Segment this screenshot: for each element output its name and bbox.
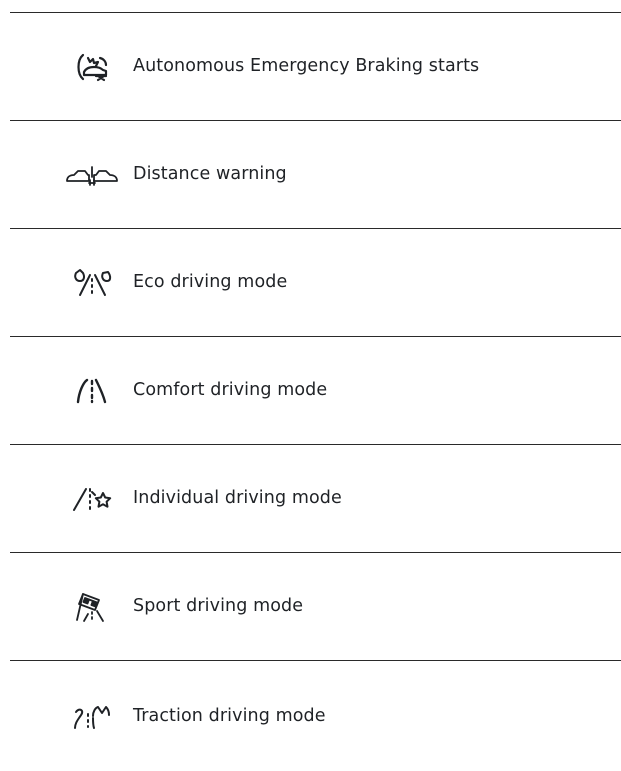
autonomous-emergency-braking-icon xyxy=(65,51,119,83)
list-item: Traction driving mode xyxy=(10,660,621,771)
item-label: Eco driving mode xyxy=(133,272,288,292)
list-item: Comfort driving mode xyxy=(10,336,621,444)
comfort-driving-mode-icon xyxy=(65,375,119,407)
item-label: Autonomous Emergency Braking starts xyxy=(133,56,480,76)
item-label: Comfort driving mode xyxy=(133,380,328,400)
item-label: Traction driving mode xyxy=(133,706,326,726)
item-label: Sport driving mode xyxy=(133,596,304,616)
list-item: Eco driving mode xyxy=(10,228,621,336)
individual-driving-mode-icon xyxy=(65,483,119,515)
list-item: Distance warning xyxy=(10,120,621,228)
item-label: Individual driving mode xyxy=(133,488,342,508)
list-item: Autonomous Emergency Braking starts xyxy=(10,12,621,120)
eco-driving-mode-icon xyxy=(65,267,119,299)
list-item: Individual driving mode xyxy=(10,444,621,552)
list-item: Sport driving mode xyxy=(10,552,621,660)
indicator-list: Autonomous Emergency Braking starts Dist… xyxy=(10,12,621,771)
traction-driving-mode-icon xyxy=(65,701,119,733)
sport-driving-mode-icon xyxy=(65,591,119,623)
item-label: Distance warning xyxy=(133,164,287,184)
distance-warning-icon xyxy=(65,159,119,191)
